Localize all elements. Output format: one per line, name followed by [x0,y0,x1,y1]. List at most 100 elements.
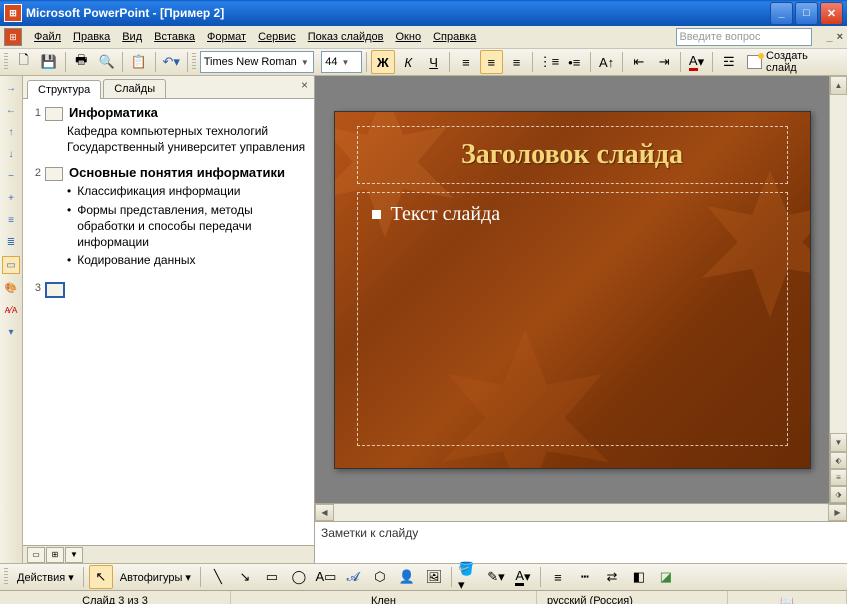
select-tool[interactable]: ↖ [89,565,113,589]
tab-slides[interactable]: Слайды [103,79,166,98]
show-format-icon[interactable]: A⁄A [3,302,19,318]
doc-minimize[interactable]: _ [826,31,832,43]
title-text[interactable]: Заголовок слайда [461,139,683,171]
toolbar-grip-2[interactable] [192,53,196,71]
undo-button[interactable]: ↶▾ [160,50,183,74]
diagram-tool[interactable]: ⬡ [368,565,392,589]
arrow-tool[interactable]: ↘ [233,565,257,589]
doc-close[interactable]: × [837,31,843,43]
move-up-icon[interactable]: ↑ [3,124,19,140]
scroll-track[interactable] [334,504,828,521]
expand-icon[interactable]: + [3,190,19,206]
vertical-scrollbar[interactable]: ▲ ▼ ⬖ ≡ ⬗ [829,76,847,503]
menu-help[interactable]: Справка [427,29,482,45]
title-placeholder[interactable]: Заголовок слайда [357,126,788,184]
toolbar-grip[interactable] [4,53,8,71]
menu-tools[interactable]: Сервис [252,29,302,45]
clipart-tool[interactable]: 👤 [395,565,419,589]
move-down-icon[interactable]: ↓ [3,146,19,162]
slide-title[interactable]: Основные понятия информатики [69,165,285,180]
menu-view[interactable]: Вид [116,29,148,45]
align-left-button[interactable]: ≡ [454,50,477,74]
menu-window[interactable]: Окно [390,29,428,45]
minimize-button[interactable]: _ [770,2,793,25]
font-color-tool[interactable]: A▾ [511,565,535,589]
scroll-up-button[interactable]: ▲ [830,76,847,95]
rectangle-tool[interactable]: ▭ [260,565,284,589]
font-size-combo[interactable]: 44▼ [321,51,362,73]
textbox-tool[interactable]: A▭ [314,565,338,589]
underline-button[interactable]: Ч [422,50,445,74]
tab-outline[interactable]: Структура [27,80,101,99]
promote-icon[interactable]: → [3,80,19,96]
nav-menu-button[interactable]: ≡ [830,469,847,486]
body-text[interactable]: Текст слайда [391,203,501,226]
status-spell[interactable]: 📖 [728,591,847,604]
pane-close-icon[interactable]: × [301,78,308,92]
line-tool[interactable]: ╲ [206,565,230,589]
normal-view-button[interactable]: ▭ [27,547,45,563]
slide-canvas[interactable]: Заголовок слайда Текст слайда [315,76,829,503]
prev-slide-button[interactable]: ⬖ [830,452,847,469]
scroll-left-button[interactable]: ◀ [315,504,334,521]
autoshapes-menu[interactable]: Автофигуры ▾ [116,571,195,584]
design-button[interactable]: ☲ [717,50,740,74]
print-button[interactable]: 🖶 [70,50,93,74]
help-question-box[interactable]: Введите вопрос [676,28,812,46]
increase-font-button[interactable]: A↑ [595,50,618,74]
oval-tool[interactable]: ◯ [287,565,311,589]
sorter-view-button[interactable]: ⊞ [46,547,64,563]
slide-title[interactable]: Информатика [69,105,158,120]
arrow-style-tool[interactable]: ⇄ [600,565,624,589]
bold-button[interactable]: Ж [371,50,394,74]
expand-all-icon[interactable]: ≣ [3,234,19,250]
slide-icon[interactable] [45,167,63,181]
slide[interactable]: Заголовок слайда Текст слайда [334,111,811,469]
decrease-indent-button[interactable]: ⇤ [627,50,650,74]
slideshow-view-button[interactable]: ▼ [65,547,83,563]
outline-body[interactable]: 1 Информатика Кафедра компьютерных техно… [23,99,314,545]
summary-icon[interactable]: ▭ [2,256,20,274]
demote-icon[interactable]: ← [3,102,19,118]
scroll-track[interactable] [830,95,847,433]
menu-slideshow[interactable]: Показ слайдов [302,29,390,45]
menu-insert[interactable]: Вставка [148,29,201,45]
collapse-all-icon[interactable]: ≡ [3,212,19,228]
new-button[interactable]: 🗋 [12,50,35,74]
save-button[interactable]: 💾 [37,50,60,74]
shadow-tool[interactable]: ◧ [627,565,651,589]
doc-icon[interactable]: ⊞ [4,28,22,46]
menu-edit[interactable]: Правка [67,29,116,45]
align-center-button[interactable]: ≡ [480,50,503,74]
line-color-tool[interactable]: ✎▾ [484,565,508,589]
actions-menu[interactable]: Действия ▾ [13,571,78,584]
outline-slide-3[interactable]: 3 [27,280,310,298]
body-placeholder[interactable]: Текст слайда [357,192,788,446]
fill-color-tool[interactable]: 🪣▾ [457,565,481,589]
slide-subtitle[interactable]: Кафедра компьютерных технологий Государс… [67,123,310,155]
scroll-right-button[interactable]: ▶ [828,504,847,521]
align-right-button[interactable]: ≡ [505,50,528,74]
wordart-tool[interactable]: 𝓐 [341,565,365,589]
font-color-button[interactable]: A▾ [685,50,708,74]
bullet-item[interactable]: Формы представления, методы обработки и … [67,202,310,251]
toolbar-options-icon[interactable]: ▾ [3,324,19,340]
status-lang[interactable]: русский (Россия) [537,591,728,604]
maximize-button[interactable]: □ [795,2,818,25]
preview-button[interactable]: 🔍 [95,50,118,74]
paste-button[interactable]: 📋 [127,50,150,74]
3d-tool[interactable]: ◪ [654,565,678,589]
menu-file[interactable]: Файл [28,29,67,45]
numbered-list-button[interactable]: ⋮≡ [537,50,560,74]
scroll-down-button[interactable]: ▼ [830,433,847,452]
toolbar-grip[interactable] [4,568,8,586]
bullet-item[interactable]: Классификация информации [67,183,310,199]
bullet-list-button[interactable]: •≡ [563,50,586,74]
italic-button[interactable]: К [397,50,420,74]
increase-indent-button[interactable]: ⇥ [653,50,676,74]
slide-icon[interactable] [45,282,65,298]
close-button[interactable]: ✕ [820,2,843,25]
slide-icon[interactable] [45,107,63,121]
menu-format[interactable]: Формат [201,29,252,45]
font-name-combo[interactable]: Times New Roman▼ [200,51,315,73]
